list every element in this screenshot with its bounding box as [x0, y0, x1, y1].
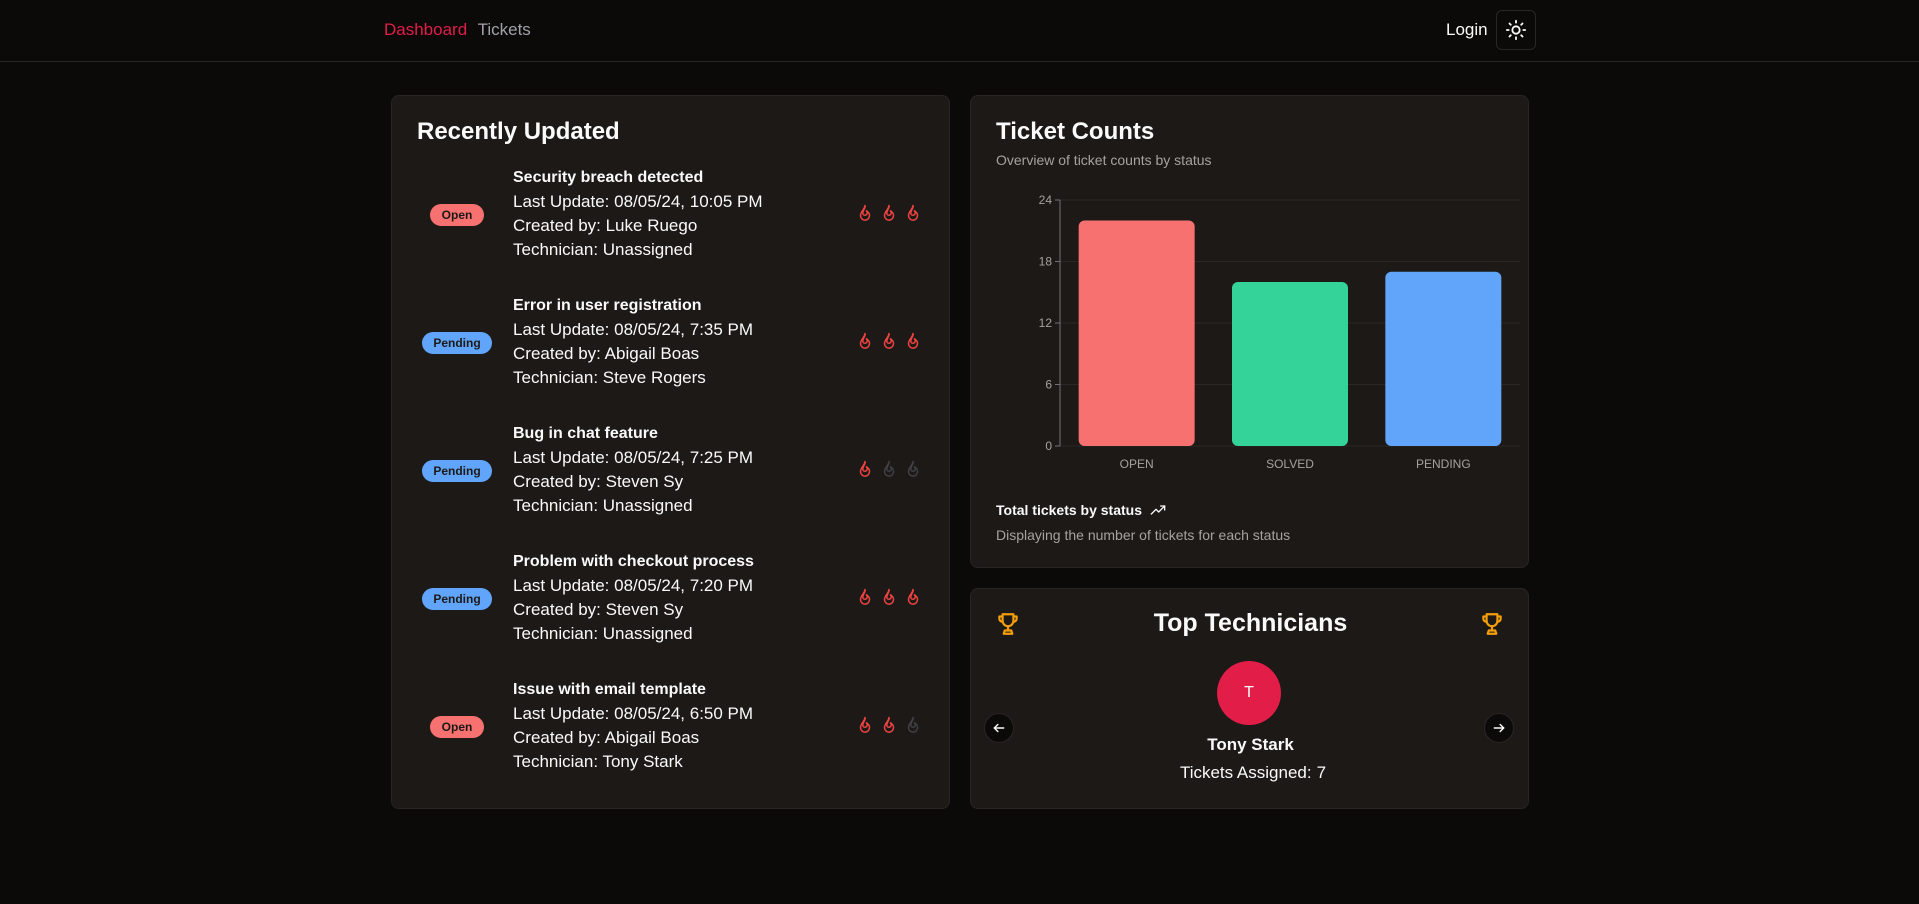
ticket-technician: Technician: Unassigned	[513, 240, 693, 259]
flame-icon	[859, 204, 871, 221]
ticket-title[interactable]: Issue with email template	[513, 678, 753, 702]
status-badge: Open	[430, 716, 484, 738]
flame-icon	[883, 716, 895, 733]
flame-icon	[907, 204, 919, 221]
ticket-last-update: Last Update: 08/05/24, 7:25 PM	[513, 448, 754, 467]
flame-icon	[907, 588, 919, 605]
ticket-technician: Technician: Steve Rogers	[513, 368, 706, 387]
ticket-created-by: Created by: Abigail Boas	[513, 344, 700, 363]
carousel-next-button[interactable]	[1484, 713, 1514, 743]
chart-footer-subtitle: Displaying the number of tickets for eac…	[996, 527, 1291, 543]
y-tick-label: 0	[1045, 439, 1052, 453]
y-tick-label: 18	[1039, 255, 1053, 269]
tickets-assigned-count: 7	[1316, 763, 1327, 782]
ticket-counts-card: Ticket Counts Overview of ticket counts …	[970, 95, 1529, 568]
x-tick-label: PENDING	[1416, 457, 1471, 471]
ticket-details: Security breach detected Last Update: 08/…	[513, 166, 763, 262]
chart-footer-title-text: Total tickets by status	[996, 502, 1143, 518]
x-tick-label: SOLVED	[1266, 457, 1314, 471]
theme-toggle-button[interactable]	[1496, 10, 1536, 50]
flame-icon	[859, 716, 871, 733]
flame-icon	[907, 716, 919, 733]
x-tick-label: OPEN	[1120, 457, 1154, 471]
ticket-title[interactable]: Bug in chat feature	[513, 422, 753, 446]
ticket-row[interactable]: Open Issue with email template Last Update…	[392, 676, 951, 786]
status-badge: Pending	[422, 460, 492, 482]
ticket-created-by: Created by: Abigail Boas	[513, 728, 700, 747]
priority-flames	[856, 458, 922, 480]
tickets-assigned-label: Tickets Assigned:	[1179, 763, 1312, 782]
top-technicians-title: Top Technicians	[1153, 609, 1348, 637]
ticket-last-update: Last Update: 08/05/24, 7:35 PM	[513, 320, 754, 339]
nav-tickets-link[interactable]: Tickets	[478, 20, 531, 39]
ticket-row[interactable]: Pending Problem with checkout process Last…	[392, 548, 951, 658]
flame-icon	[883, 332, 895, 349]
ticket-details: Bug in chat feature Last Update: 08/05/24…	[513, 422, 753, 518]
priority-flames	[856, 330, 922, 352]
status-badge: Pending	[422, 588, 492, 610]
arrow-right-icon	[1493, 723, 1505, 733]
ticket-last-update: Last Update: 08/05/24, 10:05 PM	[513, 192, 763, 211]
status-badge: Open	[430, 204, 484, 226]
priority-flames	[856, 714, 922, 736]
recently-updated-card: Recently Updated Open Security breach det…	[391, 95, 950, 809]
avatar: T	[1217, 661, 1281, 725]
ticket-details: Error in user registration Last Update: 0…	[513, 294, 753, 390]
nav-dashboard-link[interactable]: Dashboard	[384, 20, 467, 39]
nav-links: Dashboard Tickets	[384, 20, 537, 40]
flame-icon	[859, 588, 871, 605]
flame-icon	[883, 588, 895, 605]
chart-footer-title: Total tickets by status	[996, 502, 1166, 518]
ticket-row[interactable]: Pending Bug in chat feature Last Update: 0…	[392, 420, 951, 530]
ticket-last-update: Last Update: 08/05/24, 6:50 PM	[513, 704, 754, 723]
recently-updated-title: Recently Updated	[417, 118, 620, 145]
flame-icon	[907, 332, 919, 349]
ticket-last-update: Last Update: 08/05/24, 7:20 PM	[513, 576, 754, 595]
trending-up-icon	[1150, 505, 1166, 515]
bar-solved[interactable]	[1232, 282, 1348, 446]
ticket-row[interactable]: Open Security breach detected Last Update:…	[392, 164, 951, 274]
ticket-counts-chart: 0 6 12 18 24 OPEN SOLVED PENDING	[1039, 193, 1520, 471]
tickets-assigned: Tickets Assigned: 7	[971, 763, 1530, 783]
flame-icon	[883, 460, 895, 477]
flame-icon	[859, 332, 871, 349]
ticket-title[interactable]: Security breach detected	[513, 166, 763, 190]
login-link[interactable]: Login	[1446, 20, 1488, 40]
bar-pending[interactable]	[1385, 271, 1502, 446]
y-tick-label: 6	[1045, 378, 1052, 392]
ticket-row[interactable]: Pending Error in user registration Last Up…	[392, 292, 951, 402]
ticket-technician: Technician: Tony Stark	[513, 752, 683, 771]
top-nav: Dashboard Tickets Login	[0, 0, 1919, 62]
ticket-created-by: Created by: Steven Sy	[513, 600, 684, 619]
ticket-details: Issue with email template Last Update: 08…	[513, 678, 753, 774]
y-tick-label: 12	[1039, 316, 1053, 330]
technician-name: Tony Stark	[1207, 735, 1294, 754]
flame-icon	[883, 204, 895, 221]
trophy-icon	[1482, 613, 1502, 635]
top-technicians-card: Top Technicians T Tony Stark Tickets Ass…	[970, 588, 1529, 809]
ticket-title[interactable]: Problem with checkout process	[513, 550, 754, 574]
y-tick-label: 24	[1039, 193, 1053, 207]
arrow-left-icon	[993, 723, 1005, 733]
ticket-details: Problem with checkout process Last Update…	[513, 550, 754, 646]
status-badge: Pending	[422, 332, 492, 354]
ticket-title[interactable]: Error in user registration	[513, 294, 753, 318]
sun-icon	[1505, 19, 1527, 41]
priority-flames	[856, 586, 922, 608]
ticket-created-by: Created by: Steven Sy	[513, 472, 684, 491]
priority-flames	[856, 202, 922, 224]
bar-open[interactable]	[1078, 220, 1195, 447]
ticket-technician: Technician: Unassigned	[513, 496, 693, 515]
ticket-created-by: Created by: Luke Ruego	[513, 216, 698, 235]
ticket-technician: Technician: Unassigned	[513, 624, 693, 643]
flame-icon	[859, 460, 871, 477]
flame-icon	[907, 460, 919, 477]
